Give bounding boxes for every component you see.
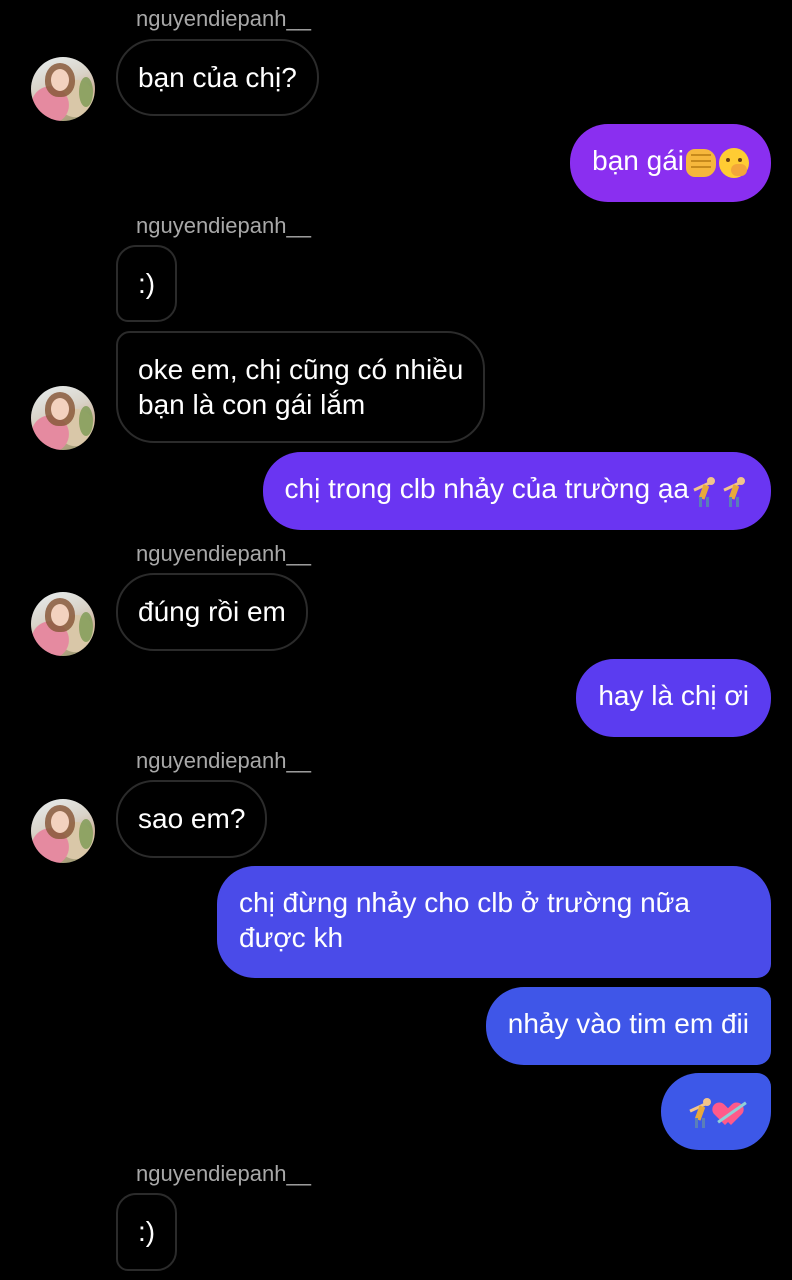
message-text: bạn gái	[592, 145, 684, 176]
face-with-hand-over-mouth-icon	[719, 147, 749, 178]
outgoing-message[interactable]: chị đừng nhảy cho clb ở trường nữa được …	[217, 866, 771, 978]
message-text: chị trong clb nhảy của trường ạa	[284, 473, 689, 504]
incoming-message[interactable]: :)	[116, 1193, 178, 1271]
message-text: hay là chị ơi	[598, 680, 749, 711]
incoming-message[interactable]: sao em?	[116, 780, 268, 858]
outgoing-message[interactable]: hay là chị ơi	[576, 659, 771, 737]
cartwheel-icon	[721, 475, 747, 507]
contact-avatar[interactable]	[31, 386, 95, 450]
sender-username: nguyendiepanh__	[136, 1161, 311, 1186]
incoming-message[interactable]: đúng rồi em	[116, 573, 308, 651]
message-text: đúng rồi em	[138, 596, 286, 627]
message-line: được kh	[239, 922, 344, 953]
sender-username: nguyendiepanh__	[136, 213, 311, 238]
outgoing-message[interactable]: chị trong clb nhảy của trường ạa	[262, 452, 771, 530]
message-text: :)	[138, 268, 156, 299]
message-line: chị đừng nhảy cho clb ở trường nữa	[239, 887, 690, 918]
cartwheel-icon	[687, 1096, 713, 1128]
chat-screen: nguyendiepanh__ bạn của chị? bạn gái ngu…	[0, 0, 792, 1280]
sender-username: nguyendiepanh__	[136, 6, 311, 31]
message-text: nhảy vào tim em đii	[507, 1008, 749, 1039]
message-line: oke em, chị cũng có nhiều	[138, 354, 464, 385]
fist-bump-icon	[686, 148, 716, 177]
sender-username: nguyendiepanh__	[136, 541, 311, 566]
incoming-message[interactable]: bạn của chị?	[116, 39, 319, 116]
outgoing-message[interactable]: bạn gái	[570, 124, 771, 202]
message-text: sao em?	[138, 803, 246, 834]
heart-with-arrow-icon	[717, 1097, 747, 1127]
contact-avatar[interactable]	[31, 57, 95, 121]
sender-username: nguyendiepanh__	[136, 748, 311, 773]
incoming-message[interactable]: oke em, chị cũng có nhiều bạn là con gái…	[116, 331, 486, 443]
message-line: bạn là con gái lắm	[138, 389, 366, 420]
outgoing-message[interactable]	[661, 1073, 771, 1150]
incoming-message[interactable]: :)	[116, 245, 178, 322]
message-text: bạn của chị?	[138, 62, 297, 93]
message-text: :)	[138, 1216, 156, 1247]
outgoing-message[interactable]: nhảy vào tim em đii	[485, 987, 771, 1065]
contact-avatar[interactable]	[31, 799, 95, 863]
contact-avatar[interactable]	[31, 592, 95, 656]
cartwheel-icon	[691, 475, 717, 507]
